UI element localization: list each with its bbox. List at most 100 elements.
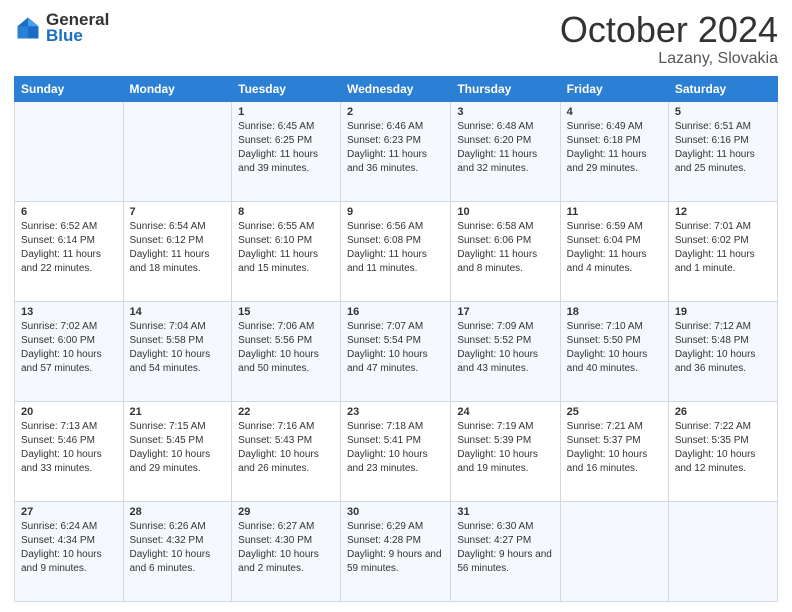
day-number: 19 [675,306,771,318]
sunrise-text: Sunrise: 6:48 AM [457,120,553,134]
sunrise-text: Sunrise: 7:22 AM [675,420,771,434]
day-cell: 6Sunrise: 6:52 AMSunset: 6:14 PMDaylight… [15,201,124,301]
sunset-text: Sunset: 5:56 PM [238,334,334,348]
day-number: 20 [21,406,117,418]
day-cell: 13Sunrise: 7:02 AMSunset: 6:00 PMDayligh… [15,301,124,401]
sunset-text: Sunset: 4:28 PM [347,534,444,548]
sunrise-text: Sunrise: 7:18 AM [347,420,444,434]
daylight-text: Daylight: 10 hours and 47 minutes. [347,348,444,376]
header-row: Sunday Monday Tuesday Wednesday Thursday… [15,76,778,101]
sunrise-text: Sunrise: 6:45 AM [238,120,334,134]
daylight-text: Daylight: 11 hours and 39 minutes. [238,148,334,176]
daylight-text: Daylight: 11 hours and 4 minutes. [567,248,662,276]
week-row-1: 1Sunrise: 6:45 AMSunset: 6:25 PMDaylight… [15,101,778,201]
sunrise-text: Sunrise: 7:06 AM [238,320,334,334]
daylight-text: Daylight: 10 hours and 16 minutes. [567,448,662,476]
sunset-text: Sunset: 4:32 PM [130,534,226,548]
daylight-text: Daylight: 10 hours and 26 minutes. [238,448,334,476]
day-number: 16 [347,306,444,318]
day-number: 3 [457,106,553,118]
daylight-text: Daylight: 10 hours and 2 minutes. [238,548,334,576]
daylight-text: Daylight: 10 hours and 23 minutes. [347,448,444,476]
day-number: 21 [130,406,226,418]
daylight-text: Daylight: 11 hours and 18 minutes. [130,248,226,276]
daylight-text: Daylight: 10 hours and 29 minutes. [130,448,226,476]
day-number: 24 [457,406,553,418]
day-cell: 3Sunrise: 6:48 AMSunset: 6:20 PMDaylight… [451,101,560,201]
day-number: 23 [347,406,444,418]
sunrise-text: Sunrise: 6:24 AM [21,520,117,534]
day-cell: 19Sunrise: 7:12 AMSunset: 5:48 PMDayligh… [668,301,777,401]
day-number: 30 [347,506,444,518]
daylight-text: Daylight: 9 hours and 56 minutes. [457,548,553,576]
day-number: 13 [21,306,117,318]
sunrise-text: Sunrise: 7:10 AM [567,320,662,334]
sunrise-text: Sunrise: 7:07 AM [347,320,444,334]
day-number: 29 [238,506,334,518]
sunset-text: Sunset: 5:48 PM [675,334,771,348]
sunrise-text: Sunrise: 7:12 AM [675,320,771,334]
sunrise-text: Sunrise: 6:58 AM [457,220,553,234]
sunset-text: Sunset: 5:39 PM [457,434,553,448]
day-cell [123,101,232,201]
day-cell: 23Sunrise: 7:18 AMSunset: 5:41 PMDayligh… [341,401,451,501]
sunrise-text: Sunrise: 7:01 AM [675,220,771,234]
col-tuesday: Tuesday [232,76,341,101]
daylight-text: Daylight: 10 hours and 40 minutes. [567,348,662,376]
day-cell: 17Sunrise: 7:09 AMSunset: 5:52 PMDayligh… [451,301,560,401]
sunrise-text: Sunrise: 6:59 AM [567,220,662,234]
daylight-text: Daylight: 11 hours and 8 minutes. [457,248,553,276]
day-cell: 9Sunrise: 6:56 AMSunset: 6:08 PMDaylight… [341,201,451,301]
daylight-text: Daylight: 10 hours and 19 minutes. [457,448,553,476]
sunrise-text: Sunrise: 6:49 AM [567,120,662,134]
sunrise-text: Sunrise: 7:13 AM [21,420,117,434]
sunrise-text: Sunrise: 6:29 AM [347,520,444,534]
day-cell: 22Sunrise: 7:16 AMSunset: 5:43 PMDayligh… [232,401,341,501]
sunset-text: Sunset: 6:20 PM [457,134,553,148]
daylight-text: Daylight: 10 hours and 33 minutes. [21,448,117,476]
logo-icon [14,14,42,42]
day-cell: 7Sunrise: 6:54 AMSunset: 6:12 PMDaylight… [123,201,232,301]
sunset-text: Sunset: 6:25 PM [238,134,334,148]
week-row-2: 6Sunrise: 6:52 AMSunset: 6:14 PMDaylight… [15,201,778,301]
col-thursday: Thursday [451,76,560,101]
day-number: 26 [675,406,771,418]
sunrise-text: Sunrise: 6:46 AM [347,120,444,134]
title-block: October 2024 Lazany, Slovakia [560,10,778,68]
sunrise-text: Sunrise: 7:16 AM [238,420,334,434]
logo: General Blue [14,10,109,46]
sunrise-text: Sunrise: 7:02 AM [21,320,117,334]
header: General Blue October 2024 Lazany, Slovak… [14,10,778,68]
sunrise-text: Sunrise: 6:51 AM [675,120,771,134]
day-number: 1 [238,106,334,118]
sunset-text: Sunset: 5:50 PM [567,334,662,348]
sunrise-text: Sunrise: 6:30 AM [457,520,553,534]
sunset-text: Sunset: 6:18 PM [567,134,662,148]
day-cell: 1 Sunrise: 6:45 AMSunset: 6:25 PMDaylight… [232,101,341,201]
day-cell: 5Sunrise: 6:51 AMSunset: 6:16 PMDaylight… [668,101,777,201]
sunrise-text: Sunrise: 6:55 AM [238,220,334,234]
daylight-text: Daylight: 10 hours and 43 minutes. [457,348,553,376]
day-number: 27 [21,506,117,518]
day-cell: 18Sunrise: 7:10 AMSunset: 5:50 PMDayligh… [560,301,668,401]
sunset-text: Sunset: 5:46 PM [21,434,117,448]
day-number: 8 [238,206,334,218]
day-number: 2 [347,106,444,118]
col-wednesday: Wednesday [341,76,451,101]
day-cell [668,501,777,601]
day-number: 4 [567,106,662,118]
day-number: 6 [21,206,117,218]
day-cell: 10Sunrise: 6:58 AMSunset: 6:06 PMDayligh… [451,201,560,301]
day-number: 15 [238,306,334,318]
sunrise-text: Sunrise: 7:19 AM [457,420,553,434]
daylight-text: Daylight: 11 hours and 36 minutes. [347,148,444,176]
daylight-text: Daylight: 10 hours and 50 minutes. [238,348,334,376]
day-cell: 24 Sunrise: 7:19 AMSunset: 5:39 PMDayligh… [451,401,560,501]
sunset-text: Sunset: 6:12 PM [130,234,226,248]
calendar-page: General Blue October 2024 Lazany, Slovak… [0,0,792,612]
sunrise-text: Sunrise: 7:21 AM [567,420,662,434]
day-cell: 27Sunrise: 6:24 AMSunset: 4:34 PMDayligh… [15,501,124,601]
day-cell: 20 Sunrise: 7:13 AMSunset: 5:46 PMDayligh… [15,401,124,501]
sunset-text: Sunset: 6:02 PM [675,234,771,248]
daylight-text: Daylight: 10 hours and 12 minutes. [675,448,771,476]
